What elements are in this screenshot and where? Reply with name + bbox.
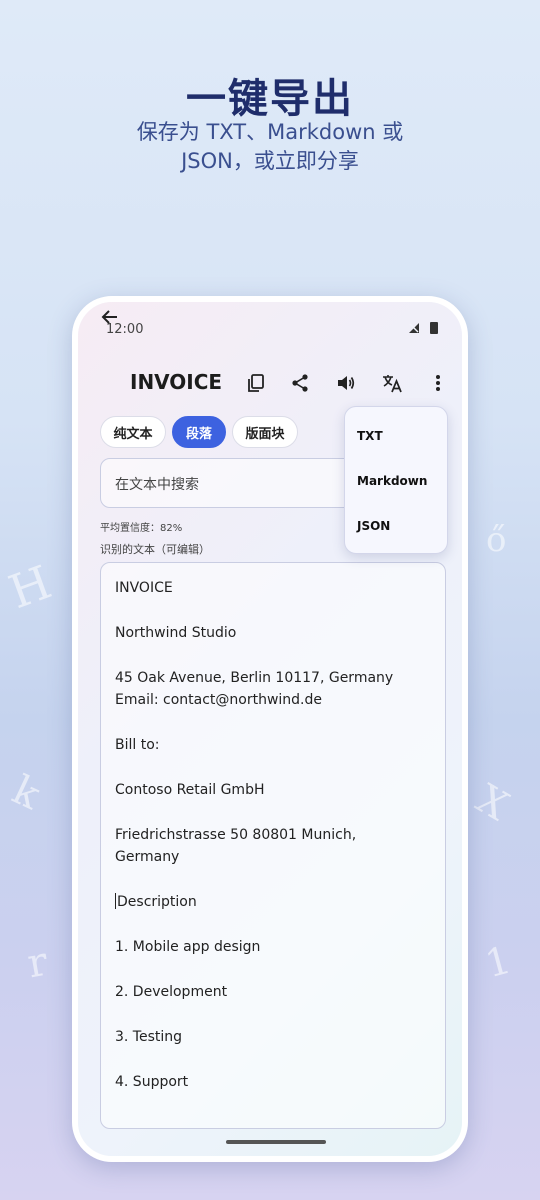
background-glyph: H xyxy=(1,554,59,620)
promo-headline: 一键导出 xyxy=(186,76,354,122)
text-line: 4. Support xyxy=(115,1074,189,1090)
text-line: 45 Oak Avenue, Berlin 10117, Germany xyxy=(115,670,394,686)
text-line: INVOICE xyxy=(115,580,173,596)
copy-icon[interactable] xyxy=(244,371,268,395)
document-title: INVOICE xyxy=(130,370,223,394)
text-line: 1. Mobile app design xyxy=(115,939,261,955)
app-screen: 12:00 INVOICE 纯文本 段落 版面块 在文本中搜索 平均置信度：82… xyxy=(78,302,462,1156)
export-txt-option[interactable]: TXT xyxy=(357,429,383,443)
chip-layout-blocks[interactable]: 版面块 xyxy=(232,416,298,448)
status-icons xyxy=(408,322,438,334)
text-line: Description xyxy=(117,894,197,910)
phone-frame: 12:00 INVOICE 纯文本 段落 版面块 在文本中搜索 平均置信度：82… xyxy=(72,296,468,1162)
text-line: Contoso Retail GmbH xyxy=(115,782,265,798)
text-line-with-cursor: Description xyxy=(115,891,431,913)
confidence-label: 平均置信度：82% xyxy=(100,523,183,534)
battery-icon xyxy=(430,322,438,334)
text-line: Email: contact@northwind.de xyxy=(115,692,323,708)
chip-paragraph[interactable]: 段落 xyxy=(172,416,226,448)
export-json-option[interactable]: JSON xyxy=(357,519,390,533)
recognized-text-label: 识别的文本（可编辑） xyxy=(100,543,210,556)
promo-subline: 保存为 TXT、Markdown 或 JSON，或立即分享 xyxy=(136,120,404,173)
volume-icon[interactable] xyxy=(334,371,358,395)
home-indicator[interactable] xyxy=(226,1140,326,1144)
background-glyph: 1 xyxy=(480,937,516,987)
background-glyph: k xyxy=(5,767,47,819)
recognized-text-editor[interactable]: INVOICE Northwind Studio 45 Oak Avenue, … xyxy=(100,562,446,1129)
text-line: Northwind Studio xyxy=(115,625,237,641)
chip-plain-text[interactable]: 纯文本 xyxy=(100,416,166,448)
background-glyph: X xyxy=(468,775,517,831)
background-glyph: ő xyxy=(486,520,507,560)
text-line: Bill to: xyxy=(115,737,160,753)
translate-icon[interactable] xyxy=(380,371,404,395)
back-arrow-icon[interactable] xyxy=(100,302,124,332)
text-line: 3. Testing xyxy=(115,1029,183,1045)
more-vert-icon[interactable] xyxy=(426,371,450,395)
signal-icon xyxy=(409,323,419,333)
background-glyph: r xyxy=(24,938,51,988)
text-line: Friedrichstrasse 50 80801 Munich, xyxy=(115,827,357,843)
export-menu: TXT Markdown JSON xyxy=(344,406,448,554)
text-cursor xyxy=(115,893,116,909)
text-line: 2. Development xyxy=(115,984,228,1000)
share-icon[interactable] xyxy=(288,371,312,395)
export-markdown-option[interactable]: Markdown xyxy=(357,474,427,488)
text-line: Germany xyxy=(115,849,180,865)
